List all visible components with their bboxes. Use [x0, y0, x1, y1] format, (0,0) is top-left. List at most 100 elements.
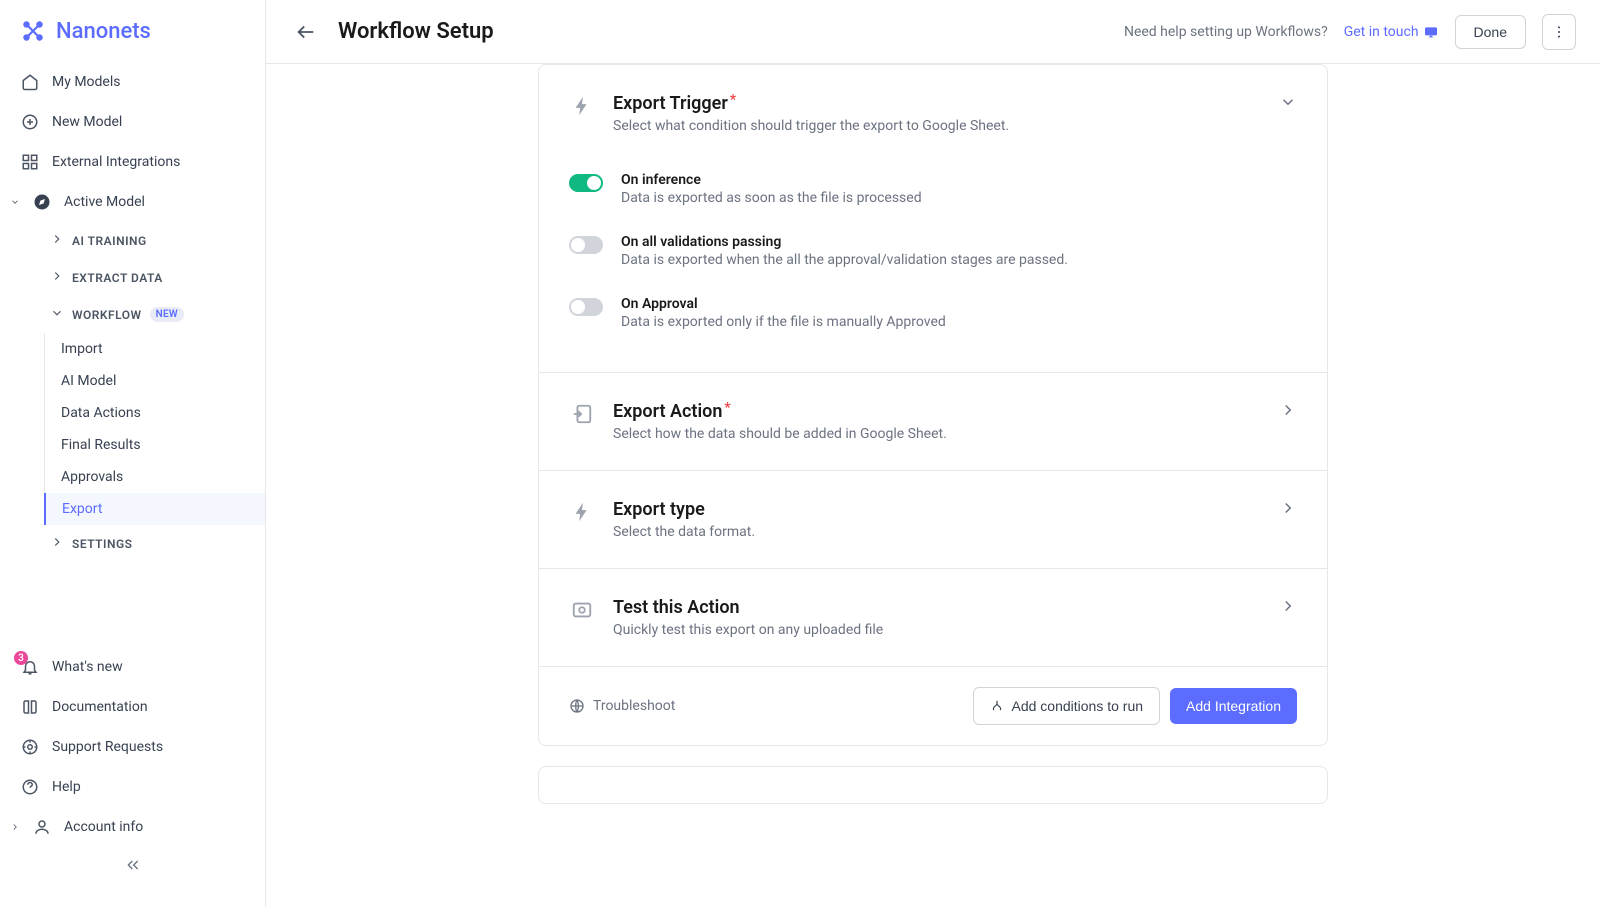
globe-icon [569, 698, 585, 714]
nav-whats-new[interactable]: What's new [0, 647, 265, 687]
section-title: Test this Action [613, 597, 1261, 618]
page-title: Workflow Setup [338, 19, 1108, 44]
nav-documentation[interactable]: Documentation [0, 687, 265, 727]
trigger-label: On all validations passing [621, 234, 1068, 250]
sidebar-item-export[interactable]: Export [44, 493, 265, 525]
section-subtitle: Select how the data should be added in G… [613, 426, 1261, 442]
nav-label: My Models [52, 74, 120, 90]
trigger-desc: Data is exported as soon as the file is … [621, 190, 922, 206]
button-label: Add conditions to run [1012, 698, 1144, 714]
help-icon [20, 777, 40, 797]
sidebar-item-approvals[interactable]: Approvals [45, 461, 265, 493]
section-export-action[interactable]: Export Action* Select how the data shoul… [569, 401, 1297, 442]
export-icon [569, 401, 595, 427]
trigger-label: On Approval [621, 296, 946, 312]
section-test-action[interactable]: Test this Action Quickly test this expor… [569, 597, 1297, 638]
section-export-trigger[interactable]: Export Trigger* Select what condition sh… [569, 93, 1297, 134]
section-subtitle: Select what condition should trigger the… [613, 118, 1261, 134]
home-icon [20, 72, 40, 92]
chevron-double-left-icon [125, 857, 141, 873]
group-label: WORKFLOW [72, 308, 142, 322]
branch-icon [990, 699, 1004, 713]
grid-icon [20, 152, 40, 172]
required-mark: * [724, 401, 730, 415]
help-prompt: Need help setting up Workflows? [1124, 24, 1328, 40]
back-button[interactable] [290, 16, 322, 48]
add-integration-button[interactable]: Add Integration [1170, 688, 1297, 724]
chevron-down-icon [50, 306, 64, 323]
section-title: Export Trigger* [613, 93, 1261, 114]
compass-icon [32, 192, 52, 212]
section-subtitle: Quickly test this export on any uploaded… [613, 622, 1261, 638]
brand[interactable]: Nanonets [0, 0, 265, 62]
nav-support-requests[interactable]: Support Requests [0, 727, 265, 767]
chevron-right-icon [50, 535, 64, 552]
dots-vertical-icon [1551, 24, 1567, 40]
troubleshoot-link[interactable]: Troubleshoot [569, 698, 675, 714]
new-badge: NEW [150, 307, 184, 322]
sidebar-item-data-actions[interactable]: Data Actions [45, 397, 265, 429]
group-label: AI TRAINING [72, 234, 147, 248]
nav-label: External Integrations [52, 154, 180, 170]
arrow-left-icon [295, 21, 317, 43]
brand-logo-icon [20, 18, 46, 44]
chevron-right-icon [10, 817, 20, 837]
section-export-type[interactable]: Export type Select the data format. [569, 499, 1297, 540]
chevron-right-icon [1279, 499, 1297, 521]
section-title: Export Action* [613, 401, 1261, 422]
eye-icon [569, 597, 595, 623]
section-title: Export type [613, 499, 1261, 520]
nav-label: What's new [52, 659, 123, 675]
chevron-right-icon [1279, 597, 1297, 619]
trigger-desc: Data is exported when the all the approv… [621, 252, 1068, 268]
toggle-on-validations[interactable] [569, 236, 603, 254]
sidebar-item-final-results[interactable]: Final Results [45, 429, 265, 461]
nav-group-ai-training[interactable]: AI TRAINING [0, 222, 265, 259]
support-icon [20, 737, 40, 757]
nav-active-model[interactable]: Active Model [0, 182, 265, 222]
done-button[interactable]: Done [1455, 15, 1526, 49]
toggle-on-approval[interactable] [569, 298, 603, 316]
help-link-label: Get in touch [1344, 24, 1419, 40]
toggle-on-inference[interactable] [569, 174, 603, 192]
group-label: SETTINGS [72, 537, 133, 551]
get-in-touch-link[interactable]: Get in touch [1344, 24, 1439, 40]
nav-label: Help [52, 779, 81, 795]
section-subtitle: Select the data format. [613, 524, 1261, 540]
plus-circle-icon [20, 112, 40, 132]
chevron-right-icon [50, 232, 64, 249]
nav-group-extract-data[interactable]: EXTRACT DATA [0, 259, 265, 296]
required-mark: * [730, 93, 736, 107]
bolt-icon [569, 499, 595, 525]
group-label: EXTRACT DATA [72, 271, 163, 285]
nav-label: Account info [64, 819, 143, 835]
bolt-icon [569, 93, 595, 119]
chevron-right-icon [1279, 401, 1297, 423]
nav-label: Documentation [52, 699, 148, 715]
nav-label: New Model [52, 114, 122, 130]
nav-new-model[interactable]: New Model [0, 102, 265, 142]
nav-account-info[interactable]: Account info [0, 807, 265, 847]
nav-external-integrations[interactable]: External Integrations [0, 142, 265, 182]
bell-icon [20, 657, 40, 677]
collapse-sidebar-button[interactable] [0, 847, 265, 897]
chevron-down-icon [10, 192, 20, 212]
add-conditions-button[interactable]: Add conditions to run [973, 687, 1161, 725]
sidebar-item-import[interactable]: Import [45, 333, 265, 365]
next-card-placeholder [538, 766, 1328, 804]
nav-group-settings[interactable]: SETTINGS [0, 525, 265, 562]
nav-label: Active Model [64, 194, 145, 210]
nav-help[interactable]: Help [0, 767, 265, 807]
nav-my-models[interactable]: My Models [0, 62, 265, 102]
troubleshoot-label: Troubleshoot [593, 698, 675, 714]
trigger-desc: Data is exported only if the file is man… [621, 314, 946, 330]
chat-icon [1423, 24, 1439, 40]
nav-label: Support Requests [52, 739, 163, 755]
chevron-down-icon [1279, 93, 1297, 115]
trigger-label: On inference [621, 172, 922, 188]
chevron-right-icon [50, 269, 64, 286]
brand-name: Nanonets [56, 19, 151, 44]
nav-group-workflow[interactable]: WORKFLOW NEW [0, 296, 265, 333]
more-options-button[interactable] [1542, 14, 1576, 50]
sidebar-item-ai-model[interactable]: AI Model [45, 365, 265, 397]
